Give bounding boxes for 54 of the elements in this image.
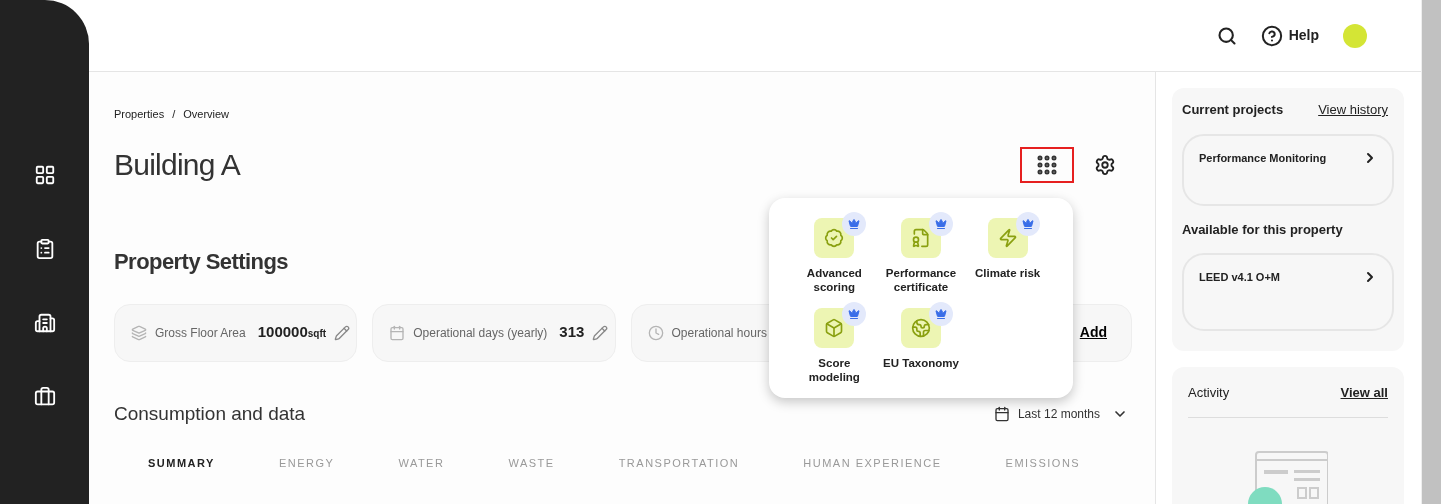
view-history-link[interactable]: View history	[1318, 100, 1388, 120]
panel-subtitle: Available for this property	[1182, 220, 1344, 239]
setting-value: 313	[559, 322, 585, 343]
panel-title: Activity	[1188, 384, 1230, 402]
settings-icon	[1094, 153, 1116, 176]
search-icon	[1216, 25, 1237, 46]
app-item[interactable]: Performance certificate	[877, 212, 965, 294]
lightning-icon	[987, 218, 1028, 258]
section-title: Consumption and data	[114, 401, 306, 426]
add-link[interactable]: Add	[1079, 322, 1107, 343]
certificate-icon	[901, 218, 941, 258]
crown-icon	[1015, 212, 1040, 236]
crown-icon	[929, 302, 953, 326]
setting-value: 100000sqft	[257, 322, 327, 343]
app-item[interactable]: Score modeling	[791, 302, 878, 384]
globe-icon	[901, 308, 941, 348]
breadcrumb-separator: /	[172, 107, 176, 122]
project-card[interactable]: Performance Monitoring	[1182, 133, 1394, 206]
setting-label: Operational days (yearly)	[413, 324, 548, 342]
clock-icon	[647, 324, 664, 341]
section-title: Property Settings	[114, 247, 289, 276]
breadcrumb-current: Overview	[183, 107, 230, 122]
crown-icon	[842, 302, 867, 326]
project-card[interactable]: LEED v4.1 O+M	[1182, 253, 1394, 331]
calendar-icon	[389, 324, 406, 341]
crown-icon	[842, 212, 867, 236]
breadcrumb-link[interactable]: Properties	[114, 106, 165, 123]
calendar-icon	[993, 405, 1010, 422]
dashboard-icon	[33, 164, 56, 186]
crown-icon	[929, 212, 953, 236]
period-dropdown[interactable]: Last 12 months	[993, 404, 1128, 423]
search-button[interactable]	[1216, 25, 1237, 46]
badge-check-icon	[814, 218, 855, 258]
cube-icon	[814, 308, 855, 348]
setting-label: Gross Floor Area	[155, 324, 246, 342]
page-title: Building A	[114, 147, 240, 183]
app-item[interactable]: Climate risk	[964, 212, 1051, 294]
layers-icon	[131, 324, 147, 341]
setting-label: Operational hours	[671, 324, 767, 342]
app-item[interactable]: EU Taxonomy	[877, 302, 965, 384]
building-icon	[33, 312, 56, 334]
app-item[interactable]: Advanced scoring	[791, 212, 878, 294]
edit-button[interactable]	[592, 324, 609, 341]
view-all-link[interactable]: View all	[1340, 383, 1388, 403]
pencil-icon	[592, 324, 609, 341]
settings-button[interactable]	[1094, 153, 1116, 176]
edit-button[interactable]	[334, 324, 351, 341]
help-icon	[1260, 24, 1283, 47]
help-button[interactable]: Help	[1260, 24, 1319, 47]
pencil-icon	[334, 324, 351, 341]
apps-button[interactable]	[1020, 146, 1074, 183]
briefcase-icon	[33, 386, 56, 408]
tab[interactable]: SUMMARY	[148, 458, 215, 469]
panel-title: Current projects	[1182, 101, 1284, 119]
